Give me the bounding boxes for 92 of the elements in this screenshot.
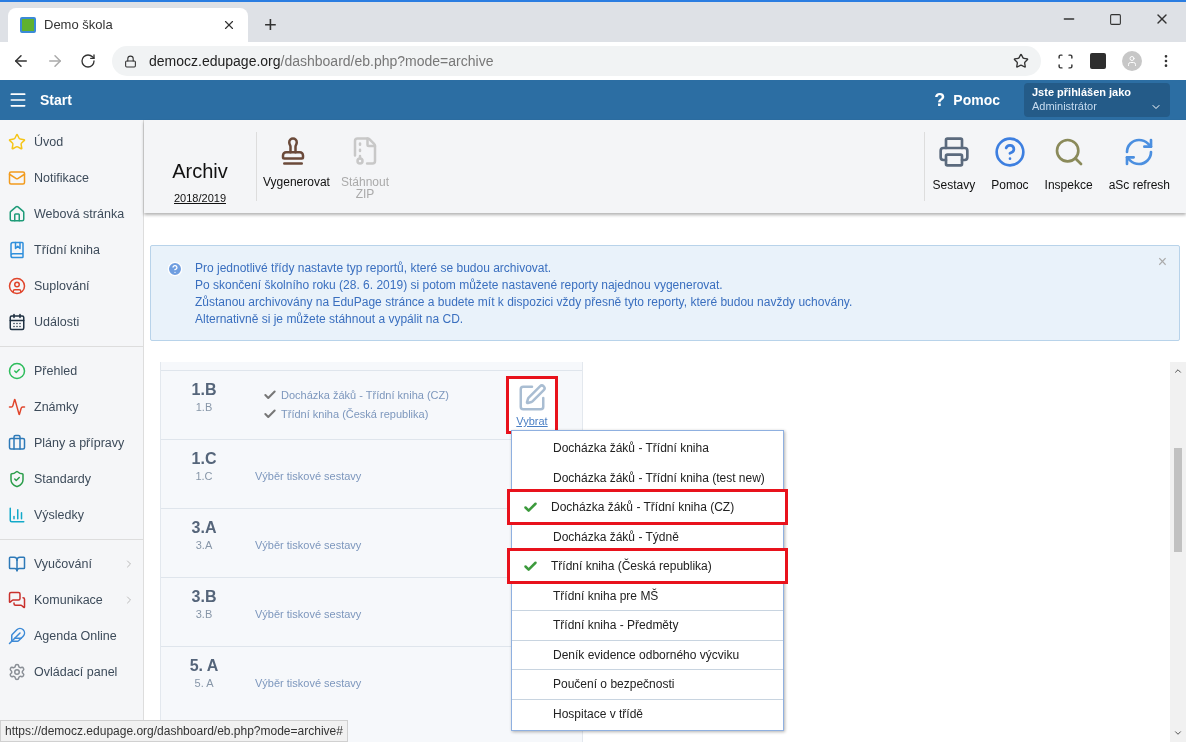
menu-item[interactable]: Poučení o bezpečnosti (512, 669, 783, 699)
sidebar-item[interactable]: Webová stránka (0, 196, 143, 232)
year-link[interactable]: 2018/2019 (174, 190, 226, 207)
menu-item[interactable]: Třídní kniha (Česká republika) (510, 551, 785, 581)
menu-item[interactable]: Docházka žáků - Týdně (512, 521, 783, 551)
sidebar-item[interactable]: Standardy (0, 461, 143, 497)
sidebar-item[interactable]: Notifikace (0, 160, 143, 196)
star-icon (8, 133, 26, 151)
scrollbar[interactable] (1170, 362, 1186, 742)
class-name: 5. A (189, 657, 219, 675)
site-logo-icon (20, 17, 36, 33)
user-menu[interactable]: Jste přihlášen jako Administrátor (1024, 83, 1170, 117)
menu-item[interactable]: Docházka žáků - Třídní kniha (512, 433, 783, 463)
info-text: Pro jednotlivé třídy nastavte typ reportů, které se budou archivovat. (195, 260, 553, 276)
open-book-icon (8, 555, 26, 573)
toolbar-button[interactable]: Inspekce (1036, 132, 1101, 201)
url-text: democz.edupage.org/dashboard/eb.php?mode=archive (149, 51, 495, 71)
back-icon[interactable] (12, 52, 30, 70)
menu-item[interactable]: Třídní kniha - Předměty (512, 610, 783, 640)
report-label: Třídní kniha (Česká republika) (281, 406, 429, 422)
capture-icon[interactable] (1057, 52, 1074, 70)
sidebar-item[interactable]: Vyučování (0, 546, 143, 582)
edit-icon (517, 383, 547, 413)
menu-item[interactable]: Docházka žáků - Třídní kniha (CZ) (510, 492, 785, 522)
reload-icon[interactable] (80, 53, 96, 69)
browser-tab[interactable]: Demo škola (8, 8, 248, 42)
calendar-icon (8, 313, 26, 331)
toolbar-button[interactable]: aSc refresh (1100, 132, 1178, 201)
sidebar-item[interactable]: Úvod (0, 124, 143, 160)
sidebar-item[interactable]: Události (0, 304, 143, 340)
house-icon (8, 205, 26, 223)
sidebar-item[interactable]: Třídní kniha (0, 232, 143, 268)
class-name: 3.A (191, 519, 217, 537)
sidebar-item[interactable]: Ovládací panel (0, 654, 143, 690)
tab-title: Demo škola (44, 16, 114, 35)
briefcase-icon (8, 434, 26, 452)
check-circle-icon (8, 362, 26, 380)
scroll-up-icon[interactable] (1173, 366, 1183, 376)
bookmark-star-icon[interactable] (1013, 53, 1029, 69)
help-icon (167, 261, 183, 277)
sidebar-item[interactable]: Suplování (0, 268, 143, 304)
start-menu-button[interactable]: Start (40, 89, 72, 111)
shield-icon (8, 470, 26, 488)
scrollbar-thumb[interactable] (1174, 448, 1182, 552)
scroll-down-icon[interactable] (1173, 728, 1183, 738)
new-tab-button[interactable]: + (248, 8, 293, 42)
check-icon (523, 499, 538, 515)
chat-icon (8, 591, 26, 609)
sidebar-item[interactable]: Agenda Online (0, 618, 143, 654)
menu-item[interactable]: Třídní kniha pre MŠ (512, 580, 783, 610)
status-url: https://democz.edupage.org/dashboard/eb.php?mode=archive# (0, 720, 348, 742)
maximize-icon[interactable] (1109, 12, 1122, 26)
class-code: 3.A (195, 538, 213, 553)
class-code: 5. A (194, 676, 214, 691)
page-title: Archiv (172, 159, 228, 184)
help-icon (993, 136, 1026, 168)
class-code: 1.C (195, 469, 213, 484)
info-text: Po skončení školního roku (28. 6. 2019) si potom můžete nastavené reporty najednou vygenerovat. (195, 277, 724, 293)
class-name: 1.C (191, 450, 217, 468)
toolbar-button[interactable]: Pomoc (983, 132, 1037, 201)
toolbar-button[interactable]: Vygenerovat (257, 120, 329, 213)
feather-icon (8, 627, 26, 645)
toolbar-button[interactable]: Sestavy (924, 132, 984, 201)
sidebar-item[interactable]: Přehled (0, 353, 143, 389)
menu-item[interactable]: Hospitace v třídě (512, 698, 783, 728)
sidebar-item[interactable]: Plány a přípravy (0, 425, 143, 461)
bar-chart-icon (8, 506, 26, 524)
lock-icon (124, 54, 137, 68)
sidebar-item[interactable]: Komunikace (0, 582, 143, 618)
sidebar-item[interactable]: Výsledky (0, 497, 143, 533)
menu-item[interactable]: Docházka žáků - Třídní kniha (test new) (512, 462, 783, 492)
envelope-icon (8, 169, 26, 187)
help-link[interactable]: ? Pomoc (934, 86, 1000, 114)
menu-item[interactable]: Deník evidence odborného výcviku (512, 639, 783, 669)
settings-icon (8, 663, 26, 681)
class-name: 3.B (191, 588, 217, 606)
check-icon (263, 406, 277, 421)
report-label: Docházka žáků - Třídní kniha (CZ) (281, 388, 449, 403)
class-code: 3.B (195, 607, 213, 622)
class-name: 1.B (191, 381, 217, 399)
info-text: Zůstanou archivovány na EduPage stránce a budete mít k dispozici vždy přesně tyto reporty, které budou navždy uchovány. (195, 294, 853, 310)
class-code: 1.B (195, 400, 213, 415)
select-button[interactable]: Vybrat (506, 376, 558, 434)
person-icon (8, 277, 26, 295)
close-icon[interactable] (222, 18, 236, 32)
printer-icon (937, 136, 970, 168)
book-icon (8, 241, 26, 259)
check-icon (523, 558, 538, 574)
sidebar-item[interactable]: Známky (0, 389, 143, 425)
menu-icon[interactable] (8, 90, 28, 110)
address-field[interactable]: democz.edupage.org/dashboard/eb.php?mode=archive (112, 46, 1041, 76)
info-text: Alternativně si je můžete stáhnout a vypálit na CD. (195, 311, 465, 327)
